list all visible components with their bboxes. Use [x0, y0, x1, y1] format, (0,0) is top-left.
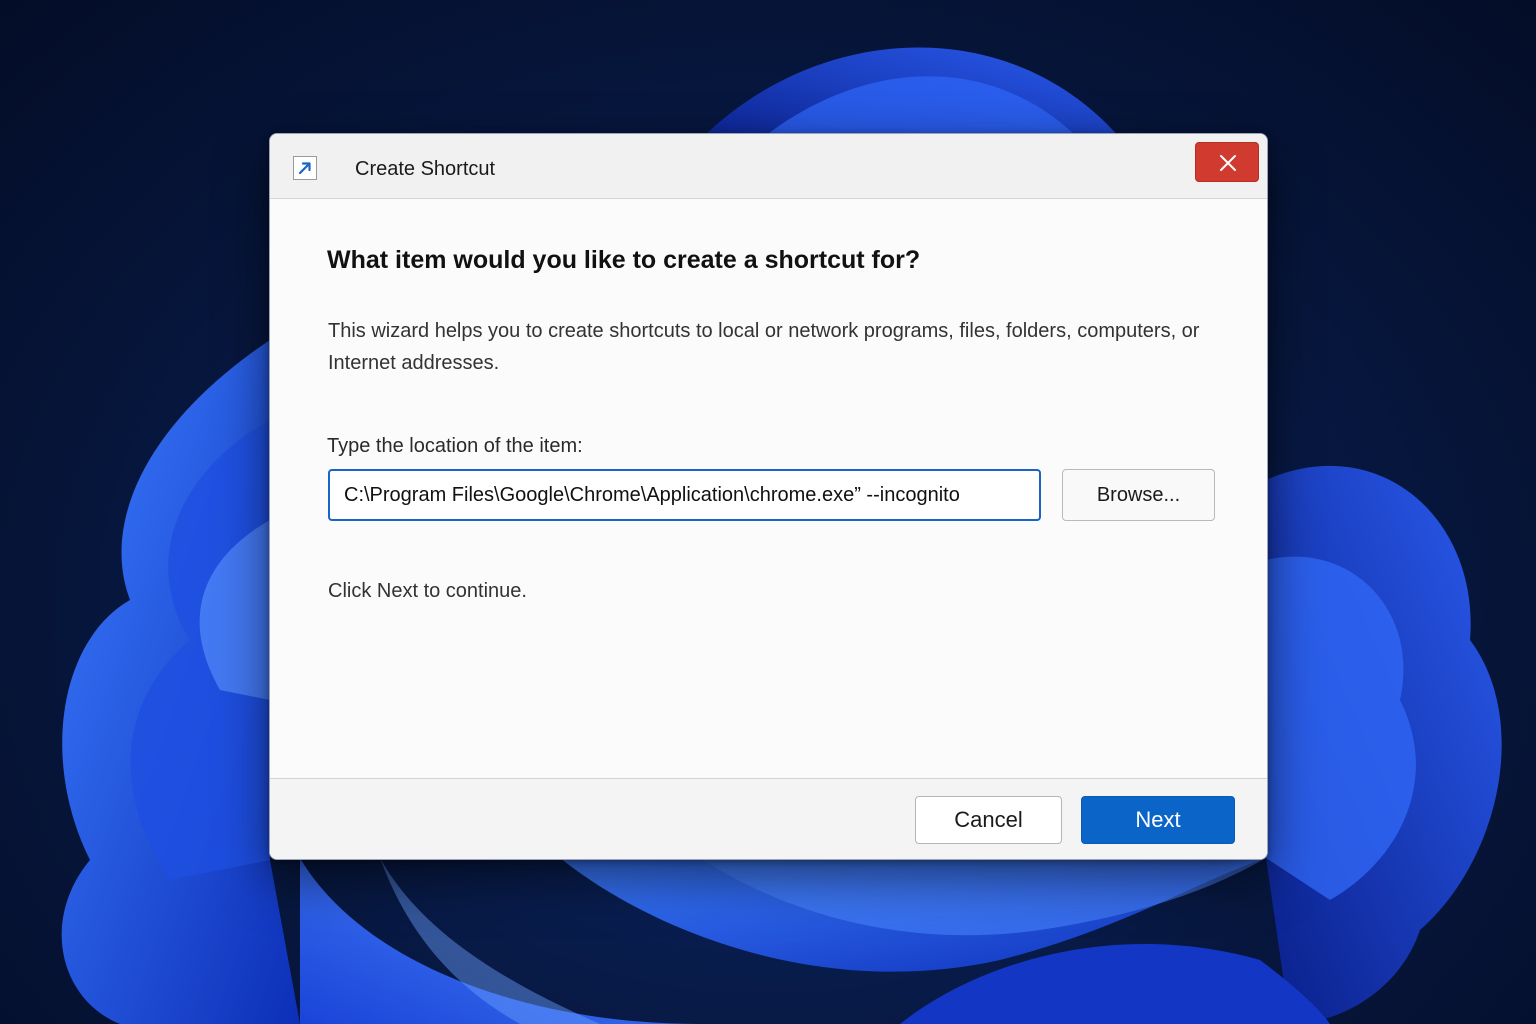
location-label: Type the location of the item:: [327, 435, 583, 457]
cancel-button[interactable]: Cancel: [915, 796, 1062, 844]
location-input[interactable]: [328, 469, 1041, 521]
close-button[interactable]: [1195, 142, 1259, 182]
title-bar[interactable]: Create Shortcut: [270, 134, 1267, 199]
next-button[interactable]: Next: [1081, 796, 1235, 844]
desktop: Create Shortcut What item would you like…: [0, 0, 1536, 1024]
create-shortcut-dialog: Create Shortcut What item would you like…: [269, 133, 1268, 860]
shortcut-arrow-icon: [293, 156, 317, 180]
window-title: Create Shortcut: [355, 158, 496, 180]
dialog-footer: Cancel Next: [270, 778, 1267, 859]
continue-hint: Click Next to continue.: [328, 580, 527, 602]
wizard-description: This wizard helps you to create shortcut…: [328, 320, 1200, 374]
wizard-heading: What item would you like to create a sho…: [327, 246, 921, 274]
close-icon: [1220, 155, 1236, 171]
browse-button[interactable]: Browse...: [1062, 469, 1215, 521]
